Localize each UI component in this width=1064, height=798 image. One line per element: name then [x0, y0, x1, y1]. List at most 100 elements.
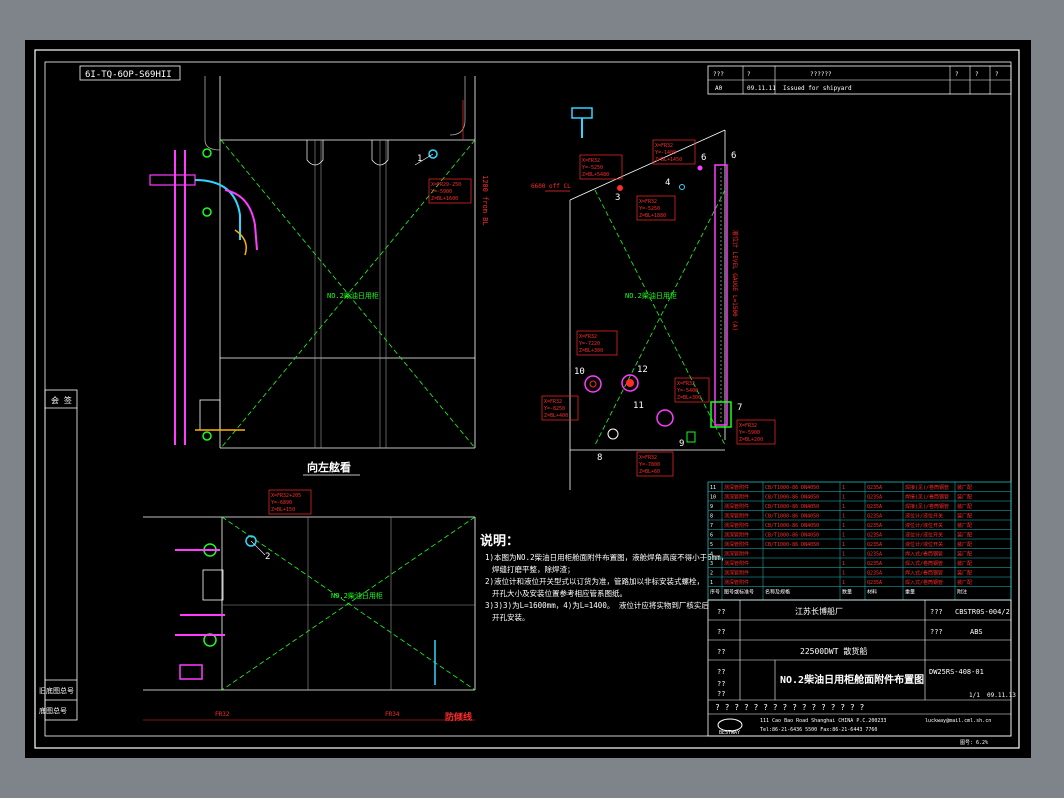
drawing-title: NO.2柴油日用柜舱面附件布置图 — [780, 673, 924, 686]
callout-c8: X=FR32 Y=-7800 Z=BL+60 — [636, 451, 674, 477]
parts-table-cell: 装厂配 — [957, 484, 972, 491]
svg-text:X=FR32: X=FR32 — [544, 399, 562, 405]
svg-text:Y=-5400: Y=-5400 — [677, 388, 698, 394]
notes-title: 说明： — [480, 533, 519, 549]
balloon-6a: 6 — [701, 153, 706, 163]
svg-text:??: ?? — [717, 628, 725, 636]
balloon-4: 4 — [665, 178, 670, 188]
svg-text:A0: A0 — [715, 85, 723, 92]
parts-table-cell: 焊入式/卷筒钢管 — [905, 579, 943, 586]
svg-text:Z=BL+300: Z=BL+300 — [677, 395, 701, 401]
parts-table-cell: 10 — [710, 495, 716, 501]
parts-table-cell: 焊入式/卷筒钢管 — [905, 551, 943, 558]
upside-label: 6I-TQ-6OP-S69HII — [85, 70, 172, 80]
svg-text:?: ? — [955, 71, 959, 78]
notes-block: 说明： 1)本图为NO.2柴油日用柜舱面附件布置图，液舱焊角高度不得小于6mm，… — [480, 533, 728, 622]
svg-text:Z=BL+400: Z=BL+400 — [544, 413, 568, 419]
stamp-row: ? ? ? ? ? ? ? ? ? ? ? ? ? ? ? ? — [715, 703, 864, 712]
parts-table-cell: CB/T1000-86 DN4050 — [765, 485, 819, 491]
parts-table-row: 6 测深管附件 CB/T1000-86 DN4050 1 Q235A 液位计/液位开关 装厂… — [708, 532, 1011, 540]
parts-table-cell: 测深管附件 — [724, 579, 749, 586]
parts-table-cell: Q235A — [867, 571, 882, 577]
parts-table-cell: 测深管附件 — [724, 513, 749, 520]
svg-text:??: ?? — [717, 668, 725, 676]
revision-block: ??? ? ?????? ? ? ? A0 09.11.11 Issued fo… — [707, 65, 1012, 95]
parts-table-header-cell: 数量 — [842, 589, 852, 596]
parts-table-cell: 7 — [710, 523, 713, 529]
svg-text:Z=BL+200: Z=BL+200 — [739, 437, 763, 443]
parts-table-cell: 2 — [710, 571, 713, 577]
parts-table-cell: Q235A — [867, 495, 882, 501]
svg-text:X=FR32: X=FR32 — [639, 199, 657, 205]
svg-text:Y=-5250: Y=-5250 — [639, 206, 660, 212]
parts-table-cell: 1 — [842, 504, 845, 510]
tank-label-front: NO.2柴油日用柜 — [625, 291, 677, 300]
parts-table-cell: Q235A — [867, 504, 882, 510]
parts-table-cell: Q235A — [867, 580, 882, 586]
parts-table-footer: 序号 图号或标准号 名称及规格 数量 材料 重量 附注 — [710, 589, 967, 596]
balloon-10: 10 — [574, 367, 585, 377]
svg-text:X=FR32: X=FR32 — [739, 423, 757, 429]
parts-table-cell: 测深管附件 — [724, 570, 749, 577]
parts-table-header-cell: 图号或标准号 — [724, 589, 754, 596]
tank-label-plan: NO.2柴油日用柜 — [331, 591, 383, 600]
parts-table-cell: 6 — [710, 533, 713, 539]
balloon-2: 2 — [265, 552, 270, 562]
company-email: luckway@mail.cml.sh.cn — [925, 718, 991, 724]
parts-table-cell: 装厂配 — [957, 532, 972, 539]
class-society: ABS — [970, 628, 983, 636]
parts-table-cell: 焊入式/卷筒钢管 — [905, 570, 943, 577]
outer-frame — [34, 49, 1020, 749]
svg-text:X=FR32: X=FR32 — [582, 158, 600, 164]
parts-table-row: 3 测深管附件 1 Q235A 焊入式/卷筒钢管 装厂配 — [708, 560, 1011, 568]
parts-table-cell: 9 — [710, 504, 713, 510]
parts-table-cell: 1 — [842, 523, 845, 529]
parts-table-cell: 1 — [842, 485, 845, 491]
cad-viewport[interactable]: 会 签 旧底图总号 底图总号 6I-TQ-6OP-S69HII NO.2柴油日用… — [25, 40, 1031, 758]
callout-c3: X=FR32 Y=-5250 Z=BL+1880 — [636, 195, 676, 221]
parts-table-cell: 焊接(见)/卷筒钢管 — [905, 503, 949, 510]
parts-table-header-cell: 重量 — [905, 589, 915, 596]
tank-label-side: NO.2柴油日用柜 — [327, 291, 379, 300]
parts-table-cell: 装厂配 — [957, 541, 972, 548]
title-block: ?? ?? ?? ?? ?? ?? 江苏长博船厂 ??? CBSTR0S-004… — [707, 599, 1016, 746]
callout-c2: X=FR32+205 Y=-6890 Z=BL+150 — [268, 489, 312, 515]
parts-table-cell: 液位计/液位开关 — [905, 532, 943, 539]
left-strip-mid-label: 旧底图总号 — [39, 686, 74, 695]
svg-text:Z=BL+300: Z=BL+300 — [579, 348, 603, 354]
parts-table-cell: 1 — [842, 561, 845, 567]
drawing-number: DW25RS-408-01 — [929, 668, 984, 676]
parts-table-cell: 焊入式/卷筒钢管 — [905, 560, 943, 567]
note-line-4: 开孔大小及安装位置参考相应管系图纸。 — [492, 588, 627, 598]
svg-text:Y=-7800: Y=-7800 — [639, 462, 660, 468]
svg-text:??: ?? — [717, 608, 725, 616]
svg-text:Y=-8250: Y=-8250 — [544, 406, 565, 412]
parts-table-row: 9 测深管附件 CB/T1000-86 DN4050 1 Q235A 焊接(见)/卷筒钢管… — [708, 503, 1011, 511]
parts-table-cell: 测深管附件 — [724, 503, 749, 510]
svg-text:Y=-1400: Y=-1400 — [655, 150, 676, 156]
svg-text:X=FR32+205: X=FR32+205 — [271, 493, 301, 499]
ship-type: 22500DWT 散货船 — [800, 646, 867, 656]
svg-text:??: ?? — [717, 690, 725, 698]
parts-table-cell: 1 — [842, 533, 845, 539]
note-line-2: 焊缝打磨平整，除焊渣； — [492, 564, 575, 574]
svg-text:X=FR32: X=FR32 — [655, 143, 673, 149]
parts-table-cell: Q235A — [867, 552, 882, 558]
svg-text:X=FR29-250: X=FR29-250 — [431, 182, 461, 188]
parts-table-row: 10 测深管附件 CB/T1000-86 DN4050 1 Q235A 焊接(见)/卷筒钢… — [708, 494, 1011, 502]
svg-text:Z=BL+1880: Z=BL+1880 — [639, 213, 666, 219]
parts-table-cell: 测深管附件 — [724, 522, 749, 529]
callout-c11: X=FR32 Y=-5400 Z=BL+300 — [674, 377, 710, 403]
parts-table-cell: 装厂配 — [957, 560, 972, 567]
svg-text:???: ??? — [930, 608, 943, 616]
balloon-8: 8 — [597, 453, 602, 463]
svg-text:X=FR32: X=FR32 — [579, 334, 597, 340]
level-gauge-text: 液位计 LEVEL GAUGE L=1500 (A) — [731, 230, 739, 331]
waterline-label: 防倾线 — [445, 711, 472, 723]
parts-table-row: 7 测深管附件 CB/T1000-86 DN4050 1 Q235A 液位计/液位开关 装厂… — [708, 522, 1011, 530]
parts-table-row: 8 测深管附件 CB/T1000-86 DN4050 1 Q235A 液位计/液位开关 装厂… — [708, 513, 1011, 521]
doc-code: CBSTR0S-004/2 — [955, 608, 1010, 616]
note-line-1: 1)本图为NO.2柴油日用柜舱面附件布置图，液舱焊角高度不得小于6mm， — [485, 552, 728, 562]
svg-text:???: ??? — [930, 628, 943, 636]
balloon-12: 12 — [637, 365, 648, 375]
